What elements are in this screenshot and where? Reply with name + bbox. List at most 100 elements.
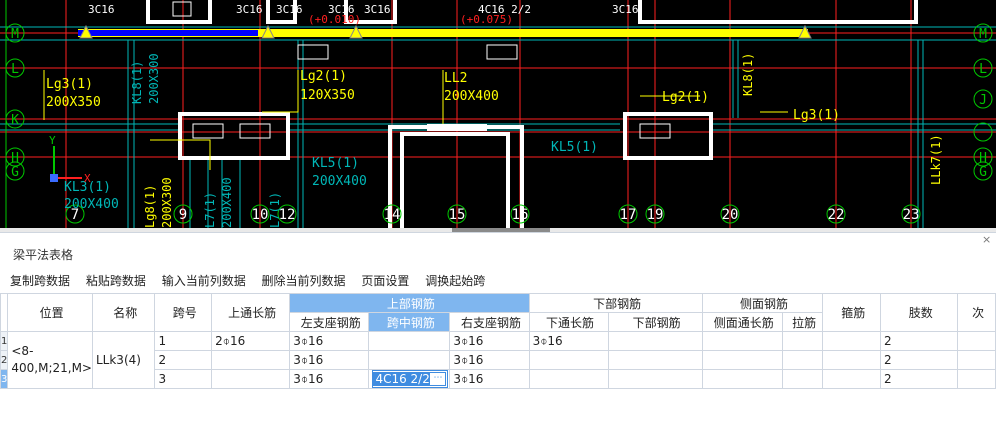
close-icon[interactable]: ×: [982, 233, 991, 246]
span-cell[interactable]: 2: [154, 350, 213, 370]
beam-label: 120X350: [300, 88, 355, 103]
table-row[interactable]: 1 <8-400,M;21,M> LLk3(4) 1 2⌽16 3⌽16 3⌽1…: [0, 331, 996, 389]
top-long-cell[interactable]: [211, 369, 291, 389]
row-number[interactable]: 3: [0, 369, 9, 389]
header-top-long[interactable]: 上通长筋: [211, 293, 291, 332]
top-label: 3C16: [612, 3, 639, 16]
header-stirrup[interactable]: 箍筋: [822, 293, 882, 332]
paste-span-data-button[interactable]: 粘贴跨数据: [86, 274, 146, 288]
input-column-data-button[interactable]: 输入当前列数据: [162, 274, 246, 288]
tie-cell[interactable]: [781, 331, 824, 351]
bottom-long-cell[interactable]: [528, 350, 609, 370]
bottom-long-cell[interactable]: [528, 369, 609, 389]
beam-table-panel: 梁平法表格 × 复制跨数据 粘贴跨数据 输入当前列数据 删除当前列数据 页面设置…: [0, 232, 996, 428]
side-long-cell[interactable]: [701, 331, 783, 351]
header-lower-group[interactable]: 下部钢筋: [528, 293, 703, 313]
beam-label: 200X350: [46, 95, 101, 110]
beam-label: KL5(1): [312, 156, 359, 171]
delete-column-data-button[interactable]: 删除当前列数据: [262, 274, 346, 288]
next-cell[interactable]: [957, 331, 996, 351]
header-side-long[interactable]: 侧面通长筋: [701, 312, 783, 332]
stirrup-cell[interactable]: [822, 350, 882, 370]
axis-number: 23: [903, 207, 920, 223]
next-cell[interactable]: [957, 350, 996, 370]
header-span[interactable]: 跨号: [154, 293, 213, 332]
next-cell[interactable]: [957, 369, 996, 389]
mid-span-editor-value[interactable]: 4C16 2/2: [373, 372, 432, 386]
header-next[interactable]: 次: [957, 293, 996, 332]
position-cell[interactable]: <8-400,M;21,M>: [7, 331, 93, 389]
axis-label: G: [979, 165, 987, 180]
tie-cell[interactable]: [781, 369, 824, 389]
copy-span-data-button[interactable]: 复制跨数据: [10, 274, 70, 288]
top-label: 3C16: [276, 3, 303, 16]
more-options-icon[interactable]: ⋯: [429, 372, 447, 386]
cad-drawing-svg[interactable]: 3C16 3C16 3C16 3C16 3C16 4C16 2/2 3C16 (…: [0, 0, 996, 228]
header-position[interactable]: 位置: [7, 293, 93, 332]
header-mid-span[interactable]: 跨中钢筋: [368, 312, 451, 332]
span-cell[interactable]: 1: [154, 331, 213, 351]
axis-label: L: [11, 62, 19, 77]
legs-cell[interactable]: 2: [880, 331, 959, 351]
row-number[interactable]: 1: [0, 331, 9, 351]
header-bottom-bar[interactable]: 下部钢筋: [607, 312, 703, 332]
left-support-cell[interactable]: 3⌽16: [289, 369, 370, 389]
panel-title: 梁平法表格: [13, 248, 74, 262]
header-left-support[interactable]: 左支座钢筋: [289, 312, 370, 332]
header-side-group[interactable]: 侧面钢筋: [701, 293, 824, 313]
right-support-cell[interactable]: 3⌽16: [449, 331, 530, 351]
top-labels: 3C16 3C16 3C16 3C16 3C16 4C16 2/2 3C16: [88, 3, 639, 16]
bottom-bar-cell[interactable]: [607, 369, 703, 389]
header-bottom-long[interactable]: 下通长筋: [528, 312, 609, 332]
name-cell[interactable]: LLk3(4): [91, 331, 156, 389]
ucs-x-label: X: [84, 172, 91, 185]
header-right-support[interactable]: 右支座钢筋: [449, 312, 530, 332]
header-upper-group[interactable]: 上部钢筋: [289, 293, 530, 313]
beam-label: KL8(1): [130, 61, 144, 104]
side-long-cell[interactable]: [701, 369, 783, 389]
mid-span-cell[interactable]: [368, 331, 451, 351]
bottom-bar-cell[interactable]: [607, 331, 703, 351]
axis-label: H: [979, 151, 987, 166]
mid-span-cell[interactable]: [368, 350, 451, 370]
header-legs[interactable]: 肢数: [880, 293, 959, 332]
mid-span-cell-editing[interactable]: 4C16 2/2 ⋯: [368, 369, 451, 389]
right-support-cell[interactable]: 3⌽16: [449, 369, 530, 389]
stirrup-cell[interactable]: [822, 369, 882, 389]
left-support-cell[interactable]: 3⌽16: [289, 350, 370, 370]
axis-label: H: [11, 151, 19, 166]
axis-number: 10: [252, 207, 269, 223]
axis-label: M: [11, 27, 19, 42]
selected-beam-span[interactable]: [78, 30, 258, 36]
side-long-cell[interactable]: [701, 350, 783, 370]
stirrup-cell[interactable]: [822, 331, 882, 351]
header-tie[interactable]: 拉筋: [781, 312, 824, 332]
tie-cell[interactable]: [781, 350, 824, 370]
bottom-long-cell[interactable]: 3⌽16: [528, 331, 609, 351]
cad-drawing-canvas[interactable]: 3C16 3C16 3C16 3C16 3C16 4C16 2/2 3C16 (…: [0, 0, 996, 228]
legs-cell[interactable]: 2: [880, 369, 959, 389]
ucs-y-label: Y: [49, 134, 56, 147]
top-label: 3C16: [364, 3, 391, 16]
bottom-bar-cell[interactable]: [607, 350, 703, 370]
right-support-cell[interactable]: 3⌽16: [449, 350, 530, 370]
top-long-cell[interactable]: [211, 350, 291, 370]
left-support-cell[interactable]: 3⌽16: [289, 331, 370, 351]
mid-span-editor[interactable]: 4C16 2/2 ⋯: [372, 370, 449, 388]
elevation-label: (+0.075): [460, 13, 513, 26]
top-long-cell[interactable]: 2⌽16: [211, 331, 291, 351]
top-label: 3C16: [88, 3, 115, 16]
elevation-labels: (+0.010) (+0.075): [308, 13, 513, 26]
swap-start-span-button[interactable]: 调换起始跨: [425, 274, 485, 288]
beam-label: LL2: [444, 71, 467, 86]
beam-label: Lg2(1): [300, 69, 347, 84]
beam-label: 200X300: [147, 53, 161, 104]
elevation-label: (+0.010): [308, 13, 361, 26]
beam-label: KL8(1): [741, 53, 755, 96]
row-number[interactable]: 2: [0, 350, 9, 370]
openings: [172, 1, 671, 139]
page-settings-button[interactable]: 页面设置: [361, 274, 409, 288]
span-cell[interactable]: 3: [154, 369, 213, 389]
header-name[interactable]: 名称: [91, 293, 156, 332]
legs-cell[interactable]: 2: [880, 350, 959, 370]
